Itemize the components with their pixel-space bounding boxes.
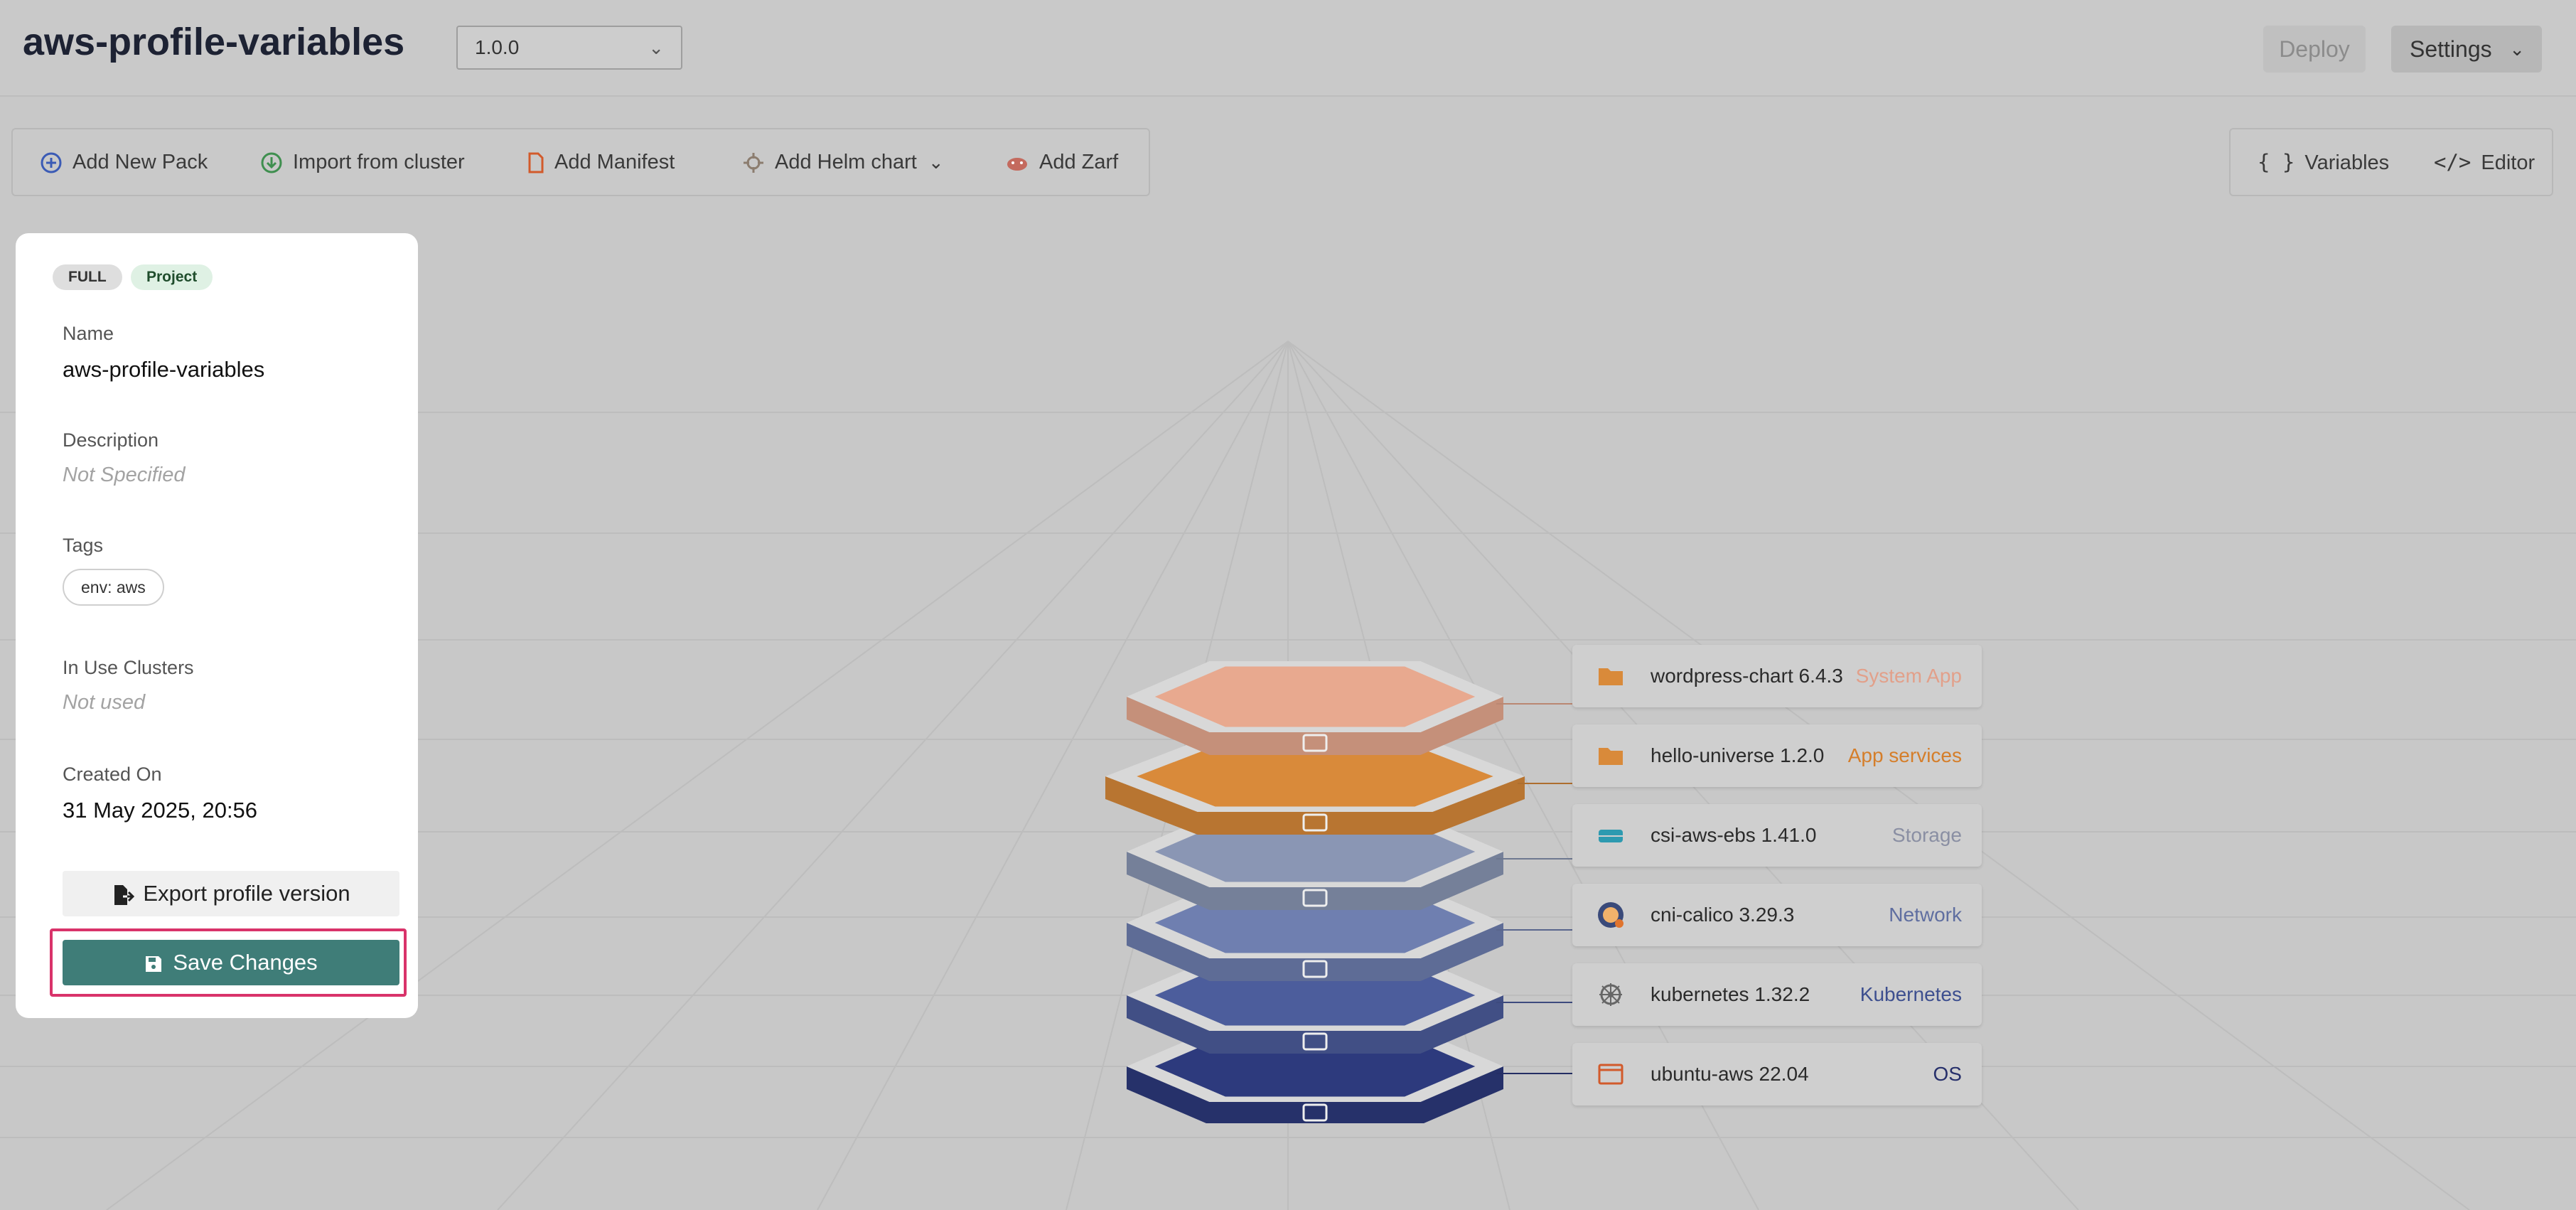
top-bar: aws-profile-variables 1.0.0 ⌄ Deploy Set… [0,0,2576,97]
window-icon [1598,1064,1624,1085]
layer-type: Storage [1891,824,1962,846]
braces-icon: { } [2258,150,2295,174]
layer-name: ubuntu-aws 22.04 [1651,1063,1809,1085]
layer-name: csi-aws-ebs 1.41.0 [1651,824,1817,846]
variables-label: Variables [2304,151,2390,174]
settings-button[interactable]: Settings ⌄ [2391,26,2542,73]
add-zarf-button[interactable]: Add Zarf [1005,129,1118,195]
tags-label: Tags [63,535,104,556]
layer-card-csi-aws-ebs[interactable]: csi-aws-ebs 1.41.0 Storage [1572,804,1982,867]
profile-details-panel: FULL Project Name aws-profile-variables … [16,233,418,1018]
full-badge: FULL [53,264,122,290]
add-helm-chart-label: Add Helm chart [775,151,917,173]
add-zarf-label: Add Zarf [1039,151,1119,173]
save-changes-button[interactable]: Save Changes [63,940,399,985]
code-icon: </> [2434,150,2472,174]
layer-card-wordpress[interactable]: wordpress-chart 6.4.3 System App [1572,645,1982,707]
in-use-clusters-label: In Use Clusters [63,657,194,678]
add-manifest-label: Add Manifest [554,151,675,173]
add-new-pack-label: Add New Pack [73,151,208,173]
in-use-clusters-value: Not used [63,691,146,714]
created-on-label: Created On [63,764,162,785]
layer-name: kubernetes 1.32.2 [1651,983,1810,1005]
project-badge: Project [131,264,213,290]
export-profile-version-label: Export profile version [143,881,350,906]
variables-button[interactable]: { } Variables [2258,129,2389,195]
name-label: Name [63,323,114,344]
editor-label: Editor [2481,151,2535,174]
file-export-icon [114,884,135,905]
view-toolbar: { } Variables </> Editor [2229,128,2553,196]
layer-type: Network [1889,904,1962,926]
deploy-button[interactable]: Deploy [2263,26,2366,73]
layer-type: OS [1933,1063,1962,1085]
file-icon [528,152,544,173]
name-value: aws-profile-variables [63,357,265,382]
layer-type: Kubernetes [1859,983,1962,1005]
zarf-icon [1007,158,1027,171]
tag-chip: env: aws [63,569,164,606]
layer-name: cni-calico 3.29.3 [1651,904,1795,926]
description-value: Not Specified [63,464,186,486]
layer-type: App services [1847,744,1962,766]
import-from-cluster-button[interactable]: Import from cluster [260,129,465,195]
description-label: Description [63,429,159,451]
created-on-value: 31 May 2025, 20:56 [63,798,258,823]
version-value: 1.0.0 [475,36,520,58]
chevron-down-icon: ⌄ [928,151,944,173]
pack-toolbar: Add New Pack Import from cluster Add Man… [11,128,1150,196]
add-manifest-button[interactable]: Add Manifest [527,129,675,195]
add-new-pack-button[interactable]: Add New Pack [40,129,208,195]
download-circle-icon [261,152,282,173]
calico-icon [1598,902,1624,928]
editor-button[interactable]: </> Editor [2434,129,2535,195]
chevron-down-icon: ⌄ [648,37,664,58]
folder-icon [1599,668,1623,685]
storage-icon [1599,830,1623,842]
add-helm-chart-button[interactable]: Add Helm chart ⌄ [742,129,944,195]
kubernetes-icon [1599,983,1622,1006]
layer-type: System App [1855,665,1962,687]
version-select[interactable]: 1.0.0 ⌄ [456,26,682,70]
chevron-down-icon: ⌄ [2509,38,2525,60]
layer-name: hello-universe 1.2.0 [1651,744,1825,766]
layer-name: wordpress-chart 6.4.3 [1651,665,1843,687]
page-title: aws-profile-variables [23,21,405,63]
export-profile-version-button[interactable]: Export profile version [63,871,399,916]
save-icon [146,955,162,972]
layer-card-cni-calico[interactable]: cni-calico 3.29.3 Network [1572,884,1982,946]
layer-card-kubernetes[interactable]: kubernetes 1.32.2 Kubernetes [1572,963,1982,1026]
settings-label: Settings [2410,36,2492,62]
layer-card-hello-universe[interactable]: hello-universe 1.2.0 App services [1572,724,1982,787]
layer-card-ubuntu-aws[interactable]: ubuntu-aws 22.04 OS [1572,1043,1982,1105]
plus-circle-icon [41,152,62,173]
helm-icon [744,153,763,173]
save-changes-label: Save Changes [173,950,318,975]
profile-layer-stack [1105,661,1572,1123]
stack-layer[interactable] [1127,661,1572,755]
folder-icon [1599,748,1623,765]
import-from-cluster-label: Import from cluster [293,151,465,173]
